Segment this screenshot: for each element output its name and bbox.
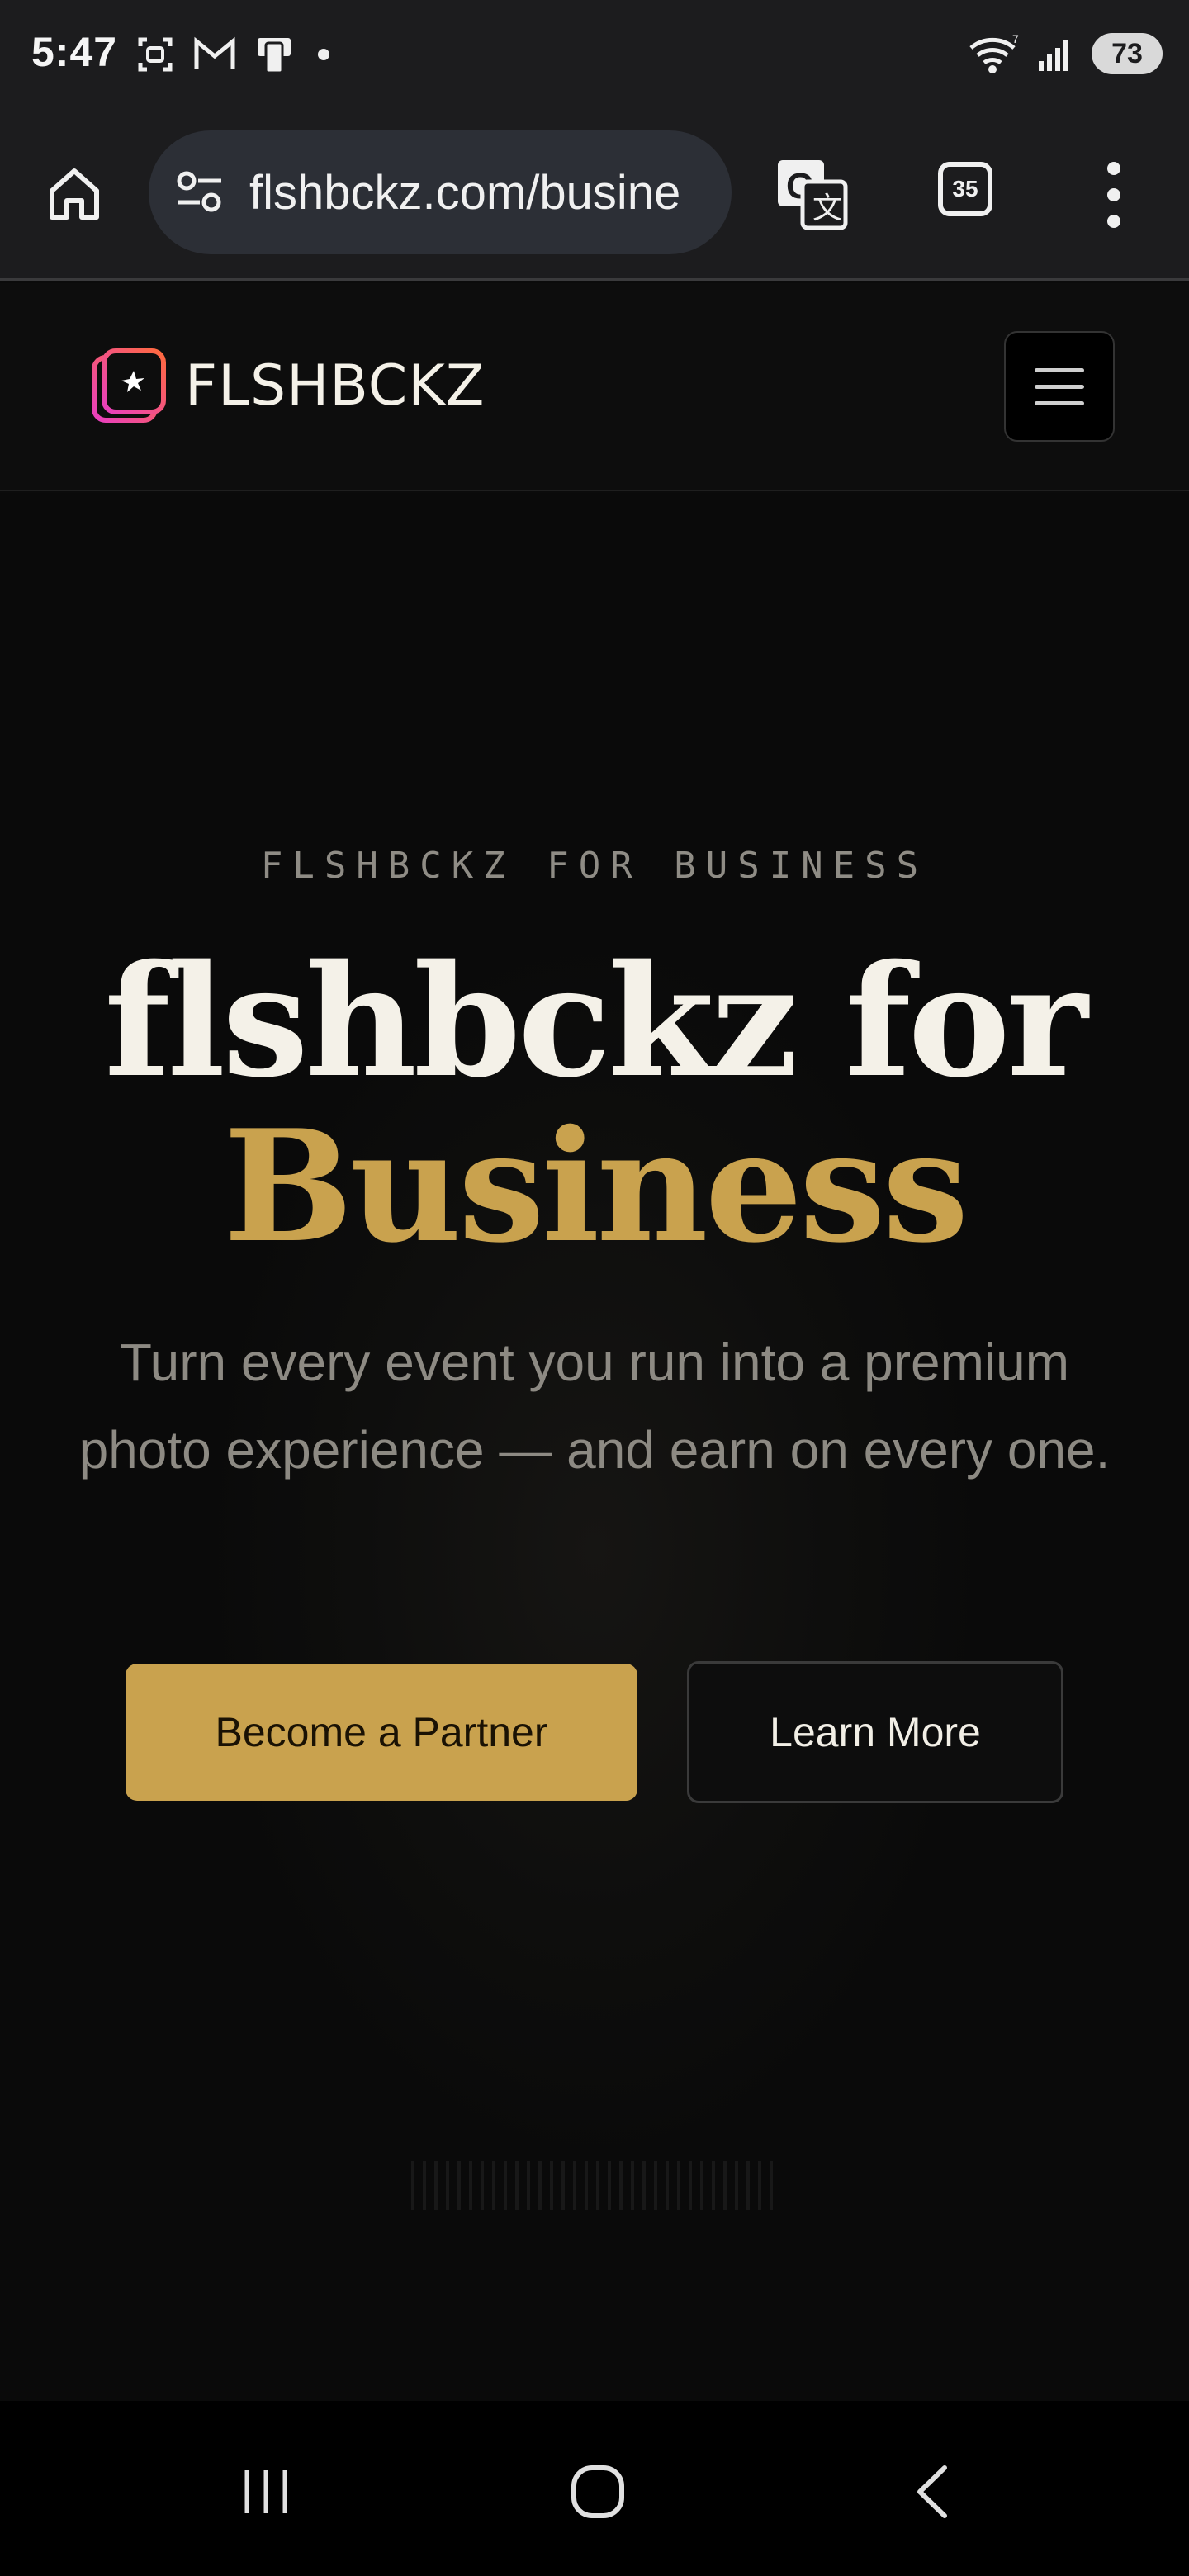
url-text: flshbckz.com/busine — [249, 165, 681, 220]
system-nav-bar — [0, 2401, 1189, 2576]
logo-text: FLSHBCKZ — [185, 353, 486, 419]
svg-text:文: 文 — [812, 191, 842, 225]
hero-headline: flshbckz for Business — [0, 939, 1189, 1269]
translate-icon[interactable]: G 文 — [775, 157, 849, 231]
site-settings-icon[interactable] — [173, 166, 226, 219]
become-partner-button[interactable]: Become a Partner — [126, 1664, 637, 1801]
hero-subhead: Turn every event you run into a premium … — [78, 1333, 1111, 1480]
hamburger-menu-button[interactable] — [1004, 331, 1115, 442]
gmail-icon — [194, 36, 235, 69]
home-nav-icon[interactable] — [548, 2451, 647, 2533]
status-time: 5:47 — [31, 29, 118, 75]
back-icon[interactable] — [883, 2451, 983, 2533]
status-bar: 5:47 7 73 — [0, 0, 1189, 116]
more-menu-icon[interactable] — [1095, 162, 1133, 228]
status-icons-left — [135, 35, 332, 74]
status-icons-right: 7 73 — [968, 33, 1163, 74]
device-icon — [258, 38, 291, 74]
site-logo[interactable]: FLSHBCKZ — [89, 346, 485, 425]
headline-line: flshbckz for — [104, 930, 1087, 1111]
logo-icon — [92, 348, 166, 423]
hamburger-icon — [1035, 367, 1084, 372]
signal-icon — [1039, 40, 1068, 71]
recent-apps-icon[interactable] — [216, 2451, 315, 2533]
home-icon[interactable] — [41, 160, 107, 226]
hero-eyebrow: FLSHBCKZ FOR BUSINESS — [260, 845, 929, 887]
address-bar[interactable]: flshbckz.com/busine — [149, 130, 732, 254]
browser-toolbar: flshbckz.com/busine G 文 35 — [0, 116, 1189, 281]
screenshot-icon — [138, 37, 173, 72]
hero-section: FLSHBCKZ FOR BUSINESS flshbckz for Busin… — [0, 493, 1189, 2401]
dot-icon — [318, 49, 329, 60]
tabs-icon[interactable]: 35 — [938, 162, 992, 216]
learn-more-button[interactable]: Learn More — [687, 1661, 1063, 1803]
battery-icon: 73 — [1092, 33, 1163, 74]
wifi-icon: 7 — [969, 33, 1019, 73]
svg-text:7: 7 — [1012, 33, 1019, 45]
headline-accent: Business — [223, 1096, 969, 1276]
scroll-decoration — [411, 2161, 778, 2210]
site-header: FLSHBCKZ — [0, 283, 1189, 491]
